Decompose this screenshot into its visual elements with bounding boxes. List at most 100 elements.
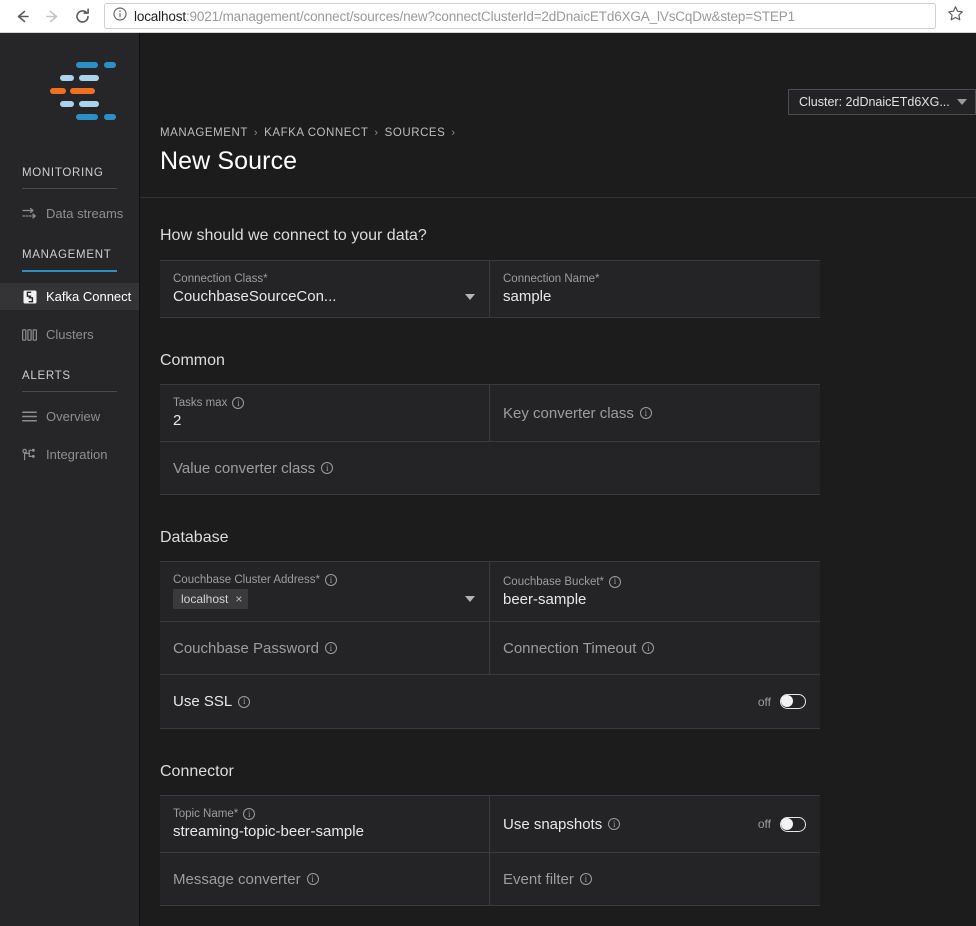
section-title-connector: Connector [160, 763, 976, 781]
clusters-icon [22, 327, 37, 342]
section-common-block: Tasks max i 2 Key converter class i [160, 384, 820, 495]
breadcrumb-separator-icon: › [374, 127, 378, 139]
field-key-converter-class[interactable]: Key converter class i [490, 385, 820, 441]
toggle-knob [781, 695, 793, 707]
form-row: Message converter i Event filter i [160, 852, 820, 905]
field-placeholder-wrap: Event filter i [503, 871, 806, 888]
toggle-switch[interactable] [780, 694, 806, 709]
toggle-knob [781, 818, 793, 830]
field-couchbase-cluster-address[interactable]: Couchbase Cluster Address* i localhost × [160, 562, 490, 621]
field-connection-name[interactable]: Connection Name* sample [490, 261, 820, 317]
sidebar-item-label: Integration [46, 447, 107, 462]
url-host: localhost [134, 9, 186, 24]
info-icon[interactable]: i [642, 642, 654, 654]
info-icon[interactable]: i [307, 873, 319, 885]
reload-button[interactable] [68, 2, 96, 30]
field-label: Use snapshots [503, 816, 602, 833]
info-icon[interactable]: i [609, 576, 621, 588]
form-row: Couchbase Cluster Address* i localhost × [160, 562, 820, 621]
breadcrumb-separator-icon: › [254, 127, 258, 139]
info-icon[interactable]: i [238, 696, 250, 708]
info-icon[interactable]: i [325, 574, 337, 586]
info-icon[interactable]: i [640, 407, 652, 419]
field-placeholder-wrap: Connection Timeout i [503, 640, 806, 657]
field-value: beer-sample [503, 591, 806, 608]
info-icon[interactable]: i [232, 397, 244, 409]
field-topic-name[interactable]: Topic Name* i streaming-topic-beer-sampl… [160, 796, 490, 852]
section-title-database: Database [160, 529, 976, 547]
confluent-logo [38, 60, 110, 118]
reload-icon [73, 7, 92, 26]
field-tasks-max[interactable]: Tasks max i 2 [160, 385, 490, 441]
url-path: :9021/management/connect/sources/new?con… [186, 9, 795, 24]
field-placeholder: Couchbase Password [173, 640, 319, 657]
toggle-group[interactable]: off [758, 694, 806, 709]
field-use-snapshots[interactable]: Use snapshots i off [490, 796, 820, 852]
field-value: CouchbaseSourceCon... [173, 288, 336, 305]
field-label-wrap: Use snapshots i [503, 816, 620, 833]
sidebar-item-label: Data streams [46, 206, 123, 221]
field-label: Tasks max [173, 397, 227, 409]
arrow-left-icon [13, 7, 32, 26]
field-couchbase-bucket[interactable]: Couchbase Bucket* i beer-sample [490, 562, 820, 621]
chip-localhost[interactable]: localhost × [173, 589, 248, 609]
sidebar-section-alerts-label: ALERTS [0, 370, 139, 382]
sidebar-section-monitoring-label: MONITORING [0, 167, 139, 179]
address-bar[interactable]: localhost:9021/management/connect/source… [104, 3, 936, 29]
chevron-down-icon[interactable] [465, 294, 475, 300]
breadcrumb-item-sources[interactable]: SOURCES [385, 127, 446, 139]
breadcrumb-separator-icon: › [451, 127, 455, 139]
field-value-converter-class[interactable]: Value converter class i [160, 442, 820, 494]
forward-button[interactable] [38, 2, 66, 30]
field-connection-timeout[interactable]: Connection Timeout i [490, 622, 820, 674]
sidebar-item-integration[interactable]: Integration [0, 441, 139, 468]
info-icon[interactable]: i [321, 462, 333, 474]
form-row: Topic Name* i streaming-topic-beer-sampl… [160, 796, 820, 852]
close-icon[interactable]: × [235, 592, 242, 606]
connection-block: Connection Class* CouchbaseSourceCon... … [160, 260, 820, 318]
info-icon[interactable]: i [243, 808, 255, 820]
site-info-icon[interactable] [113, 7, 127, 26]
info-icon[interactable]: i [325, 642, 337, 654]
info-icon[interactable]: i [608, 818, 620, 830]
field-placeholder-wrap: Message converter i [173, 871, 475, 888]
sidebar-section-alerts-rule [22, 391, 117, 392]
field-message-converter[interactable]: Message converter i [160, 853, 490, 905]
field-event-filter[interactable]: Event filter i [490, 853, 820, 905]
field-label-wrap: Topic Name* i [173, 808, 475, 820]
chevron-down-icon[interactable] [465, 596, 475, 602]
toggle-state-label: off [758, 817, 771, 831]
bookmark-button[interactable] [942, 3, 968, 29]
url-text: localhost:9021/management/connect/source… [134, 9, 795, 24]
field-label-wrap: Use SSL i [173, 693, 250, 710]
sidebar-item-clusters[interactable]: Clusters [0, 321, 139, 348]
field-couchbase-password[interactable]: Couchbase Password i [160, 622, 490, 674]
app-shell: MONITORING Data streams MANAGEMENT Kafka… [0, 33, 976, 926]
cluster-selector[interactable]: Cluster: 2dDnaicETd6XG... [788, 89, 976, 115]
form-row: Tasks max i 2 Key converter class i [160, 385, 820, 441]
toggle-group[interactable]: off [758, 817, 806, 832]
field-use-ssl[interactable]: Use SSL i off [160, 675, 820, 728]
field-value: sample [503, 288, 806, 305]
app-logo[interactable] [0, 33, 139, 145]
main-content: Cluster: 2dDnaicETd6XG... MANAGEMENT › K… [140, 33, 976, 926]
field-label: Couchbase Cluster Address* [173, 574, 320, 586]
toggle-switch[interactable] [780, 817, 806, 832]
field-placeholder: Connection Timeout [503, 640, 636, 657]
sidebar-item-overview[interactable]: Overview [0, 403, 139, 430]
cluster-selector-label: Cluster: 2dDnaicETd6XG... [799, 95, 950, 109]
breadcrumb-item-management[interactable]: MANAGEMENT [160, 127, 248, 139]
star-icon [947, 5, 964, 27]
form-row: Value converter class i [160, 441, 820, 494]
breadcrumb-item-kafka-connect[interactable]: KAFKA CONNECT [264, 127, 368, 139]
sidebar-item-kafka-connect[interactable]: Kafka Connect [0, 283, 139, 310]
field-connection-class[interactable]: Connection Class* CouchbaseSourceCon... [160, 261, 490, 317]
back-button[interactable] [8, 2, 36, 30]
info-icon[interactable]: i [580, 873, 592, 885]
field-placeholder: Value converter class [173, 460, 315, 477]
toggle-state-label: off [758, 695, 771, 709]
chevron-down-icon [957, 99, 967, 105]
form-content: How should we connect to your data? Conn… [140, 198, 976, 926]
field-label: Topic Name* [173, 808, 238, 820]
sidebar-item-data-streams[interactable]: Data streams [0, 200, 139, 227]
